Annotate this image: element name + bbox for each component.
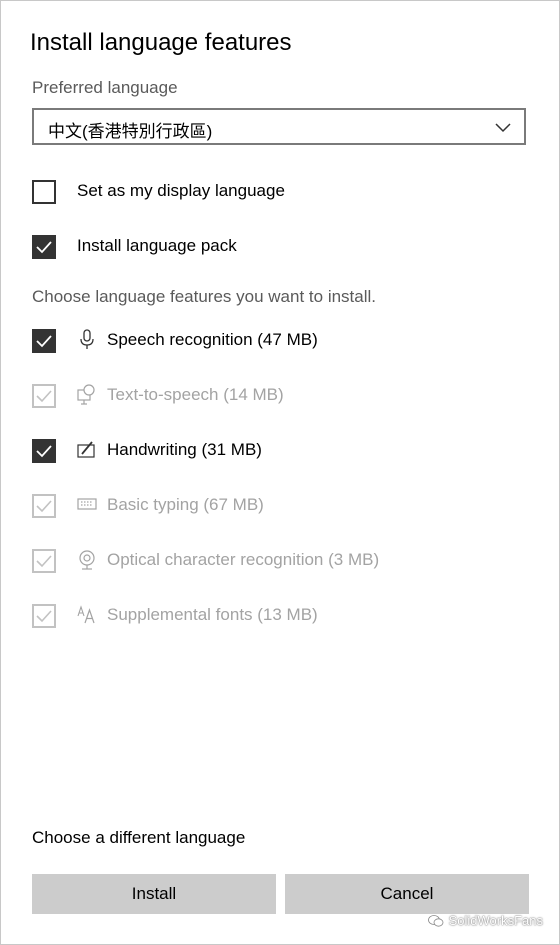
cancel-button[interactable]: Cancel [285, 874, 529, 914]
watermark: SolidWorksFans [427, 913, 543, 928]
ocr-label: Optical character recognition (3 MB) [107, 550, 380, 569]
speech-bubble-icon [77, 384, 95, 405]
feature-basic-typing: Basic typing (67 MB) [32, 494, 452, 520]
handwriting-checkbox[interactable] [32, 439, 56, 463]
watermark-text: SolidWorksFans [448, 913, 543, 928]
camera-icon [79, 550, 95, 570]
install-button[interactable]: Install [32, 874, 276, 914]
preferred-language-dropdown[interactable]: 中文(香港特別行政區) [32, 108, 526, 145]
preferred-language-label: Preferred language [32, 78, 178, 97]
font-icon [77, 605, 95, 624]
handwriting-label: Handwriting (31 MB) [107, 440, 262, 459]
basic-typing-label: Basic typing (67 MB) [107, 495, 264, 514]
checkmark-icon [36, 610, 52, 623]
feature-supplemental-fonts: Supplemental fonts (13 MB) [32, 604, 452, 630]
speech-recognition-checkbox[interactable] [32, 329, 56, 353]
basic-typing-checkbox [32, 494, 56, 518]
display-language-checkbox[interactable] [32, 180, 56, 204]
display-language-label: Set as my display language [77, 181, 285, 200]
display-language-option[interactable]: Set as my display language [32, 180, 332, 206]
checkmark-icon [36, 390, 52, 403]
feature-handwriting[interactable]: Handwriting (31 MB) [32, 439, 452, 465]
install-language-pack-checkbox[interactable] [32, 235, 56, 259]
preferred-language-value: 中文(香港特別行政區) [48, 122, 213, 141]
choose-different-language-link[interactable]: Choose a different language [32, 828, 245, 848]
pen-icon [77, 441, 95, 458]
chevron-down-icon [495, 123, 511, 133]
checkmark-icon [36, 335, 52, 348]
supplemental-fonts-checkbox [32, 604, 56, 628]
feature-text-to-speech: Text-to-speech (14 MB) [32, 384, 452, 410]
ocr-checkbox [32, 549, 56, 573]
checkmark-icon [36, 500, 52, 513]
keyboard-icon [77, 498, 97, 510]
text-to-speech-label: Text-to-speech (14 MB) [107, 385, 284, 404]
checkmark-icon [36, 445, 52, 458]
features-heading: Choose language features you want to ins… [32, 287, 377, 306]
text-to-speech-checkbox [32, 384, 56, 408]
dialog-title: Install language features [30, 29, 292, 56]
wechat-icon [427, 914, 443, 927]
microphone-icon [80, 329, 94, 349]
speech-recognition-label: Speech recognition (47 MB) [107, 330, 318, 349]
feature-ocr: Optical character recognition (3 MB) [32, 549, 452, 575]
feature-speech-recognition[interactable]: Speech recognition (47 MB) [32, 329, 452, 355]
install-language-features-dialog: Install language features Preferred lang… [0, 0, 560, 945]
checkmark-icon [36, 241, 52, 254]
supplemental-fonts-label: Supplemental fonts (13 MB) [107, 605, 318, 624]
checkmark-icon [36, 555, 52, 568]
install-language-pack-option[interactable]: Install language pack [32, 235, 332, 261]
install-language-pack-label: Install language pack [77, 236, 237, 255]
